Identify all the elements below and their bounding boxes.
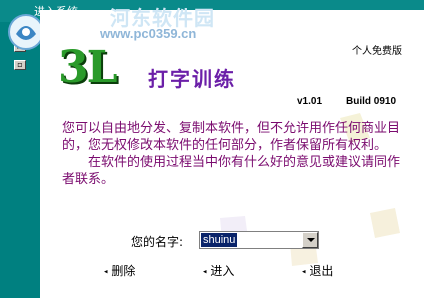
build-label: Build 0910 (346, 96, 397, 107)
chevron-down-icon[interactable] (302, 232, 318, 248)
exit-button[interactable]: ◂ 退出 (302, 262, 333, 278)
delete-button-label: 删除 (111, 264, 136, 278)
watermark-url: www.pc0359.cn (100, 26, 197, 41)
name-label: 您的名字: (131, 235, 184, 249)
arrow-left-icon: ◂ (104, 267, 108, 276)
enter-button-label: 进入 (210, 264, 235, 278)
license-text: 您可以自由地分发、复制本软件，但不允许用作任何商业目的，您无权修改本软件的任何部… (62, 120, 412, 188)
exit-button-label: 退出 (309, 264, 334, 278)
edition-label: 个人免费版 (352, 46, 402, 57)
arrow-left-icon: ◂ (203, 267, 207, 276)
contact-paragraph: 在软件的使用过程当中你有什么好的意见或建议请同作者联系。 (62, 155, 401, 187)
enter-button[interactable]: ◂ 进入 (203, 262, 234, 278)
license-paragraph: 您可以自由地分发、复制本软件，但不允许用作任何商业目的，您无权修改本软件的任何部… (62, 121, 401, 153)
sidebar: ✕ ▬ ▫ (0, 22, 40, 298)
restore-button[interactable]: ▫ (14, 60, 26, 70)
arrow-left-icon: ◂ (302, 267, 306, 276)
brand-logo-text: 3L (58, 42, 118, 93)
name-combobox[interactable]: shuinu (199, 231, 319, 249)
name-value[interactable]: shuinu (201, 233, 238, 247)
version-label: v1.01 (297, 96, 323, 107)
delete-button[interactable]: ◂ 删除 (104, 262, 135, 278)
app-title: 打字训练 (148, 67, 236, 91)
app-window: 进入系统 ✕ ▬ ▫ 河东软件园 www.pc0359.cn 3L 打字训练 个… (0, 0, 424, 298)
